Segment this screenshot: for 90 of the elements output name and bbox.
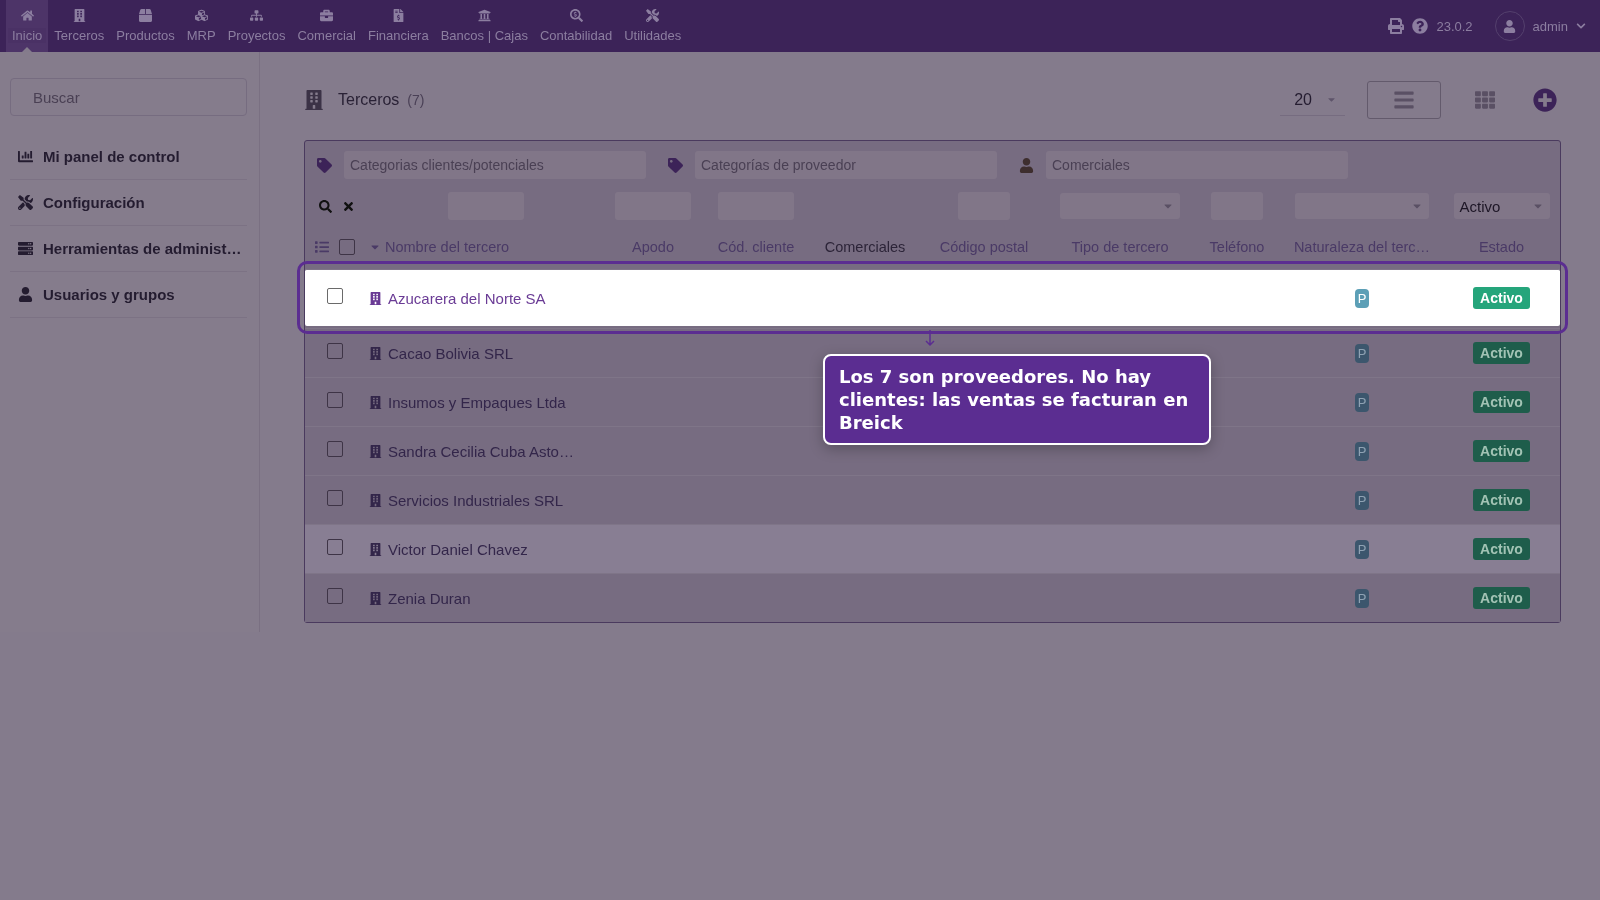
building-icon [369,542,382,556]
building-icon [369,591,382,605]
briefcase-icon [320,9,334,22]
status-badge: Activo [1473,391,1530,413]
user-name[interactable]: admin [1532,18,1568,34]
person-icon [1019,157,1034,173]
building-icon [369,291,382,305]
row-checkbox[interactable] [327,288,343,304]
thirdparty-link[interactable]: Azucarera del Norte SA [369,289,603,307]
nature-badge: P [1354,441,1370,461]
bank-icon [477,9,491,22]
thirdparty-link[interactable]: Insumos y Empaques Ltda [369,393,603,411]
nature-badge: P [1354,539,1370,559]
row-checkbox[interactable] [327,343,343,359]
building-icon [369,395,382,409]
menu-tab[interactable]: Utilidades [618,0,688,52]
tooltip: Los 7 son proveedores. No hay clientes: las ventas se facturan en Breick [823,354,1211,445]
hierarchy-icon [250,9,264,22]
building-icon [72,9,86,22]
thirdparty-link[interactable]: Cacao Bolivia SRL [369,344,603,362]
status-badge: Activo [1473,538,1530,560]
tag-icon [317,157,332,173]
close-icon[interactable] [342,199,355,213]
row-checkbox[interactable] [327,588,343,604]
nature-badge: P [1354,343,1370,363]
status-badge: Activo [1473,440,1530,462]
server-icon [18,241,33,256]
version-label: 23.0.2 [1436,18,1473,34]
plus-icon [1533,88,1557,112]
list-view-button[interactable] [1367,81,1441,119]
sidebar-item[interactable]: Mi panel de control [10,134,247,180]
tools-icon [18,195,33,210]
search-input[interactable]: Buscar [31,87,234,107]
document-icon [391,9,405,22]
search-icon[interactable] [319,199,332,213]
menu-tab[interactable]: Productos [110,0,181,52]
row-checkbox[interactable] [327,539,343,555]
menu-tab[interactable]: Terceros [48,0,111,52]
sidebar-item[interactable]: Herramientas de administ… [10,226,247,272]
row-checkbox[interactable] [327,441,343,457]
sidebar-item[interactable]: Usuarios y grupos [10,272,247,318]
status-badge: Activo [1473,489,1530,511]
column-header: Comerciales [823,239,907,255]
building-icon [304,90,324,110]
status-badge: Activo [1473,587,1530,609]
search-box[interactable]: Buscar [10,78,247,116]
page-title: Terceros [338,91,400,109]
box-icon [139,9,152,22]
thirdparty-link[interactable]: Victor Daniel Chavez [369,540,603,558]
sidebar-item[interactable]: Configuración [10,180,247,226]
menu-tab[interactable]: Contabilidad [533,0,619,52]
select-all-checkbox[interactable] [339,239,355,255]
menu-tab[interactable]: Financiera [362,0,435,52]
magnifier-icon [569,9,583,22]
row-checkbox[interactable] [327,490,343,506]
row-checkbox[interactable] [327,392,343,408]
nature-badge: P [1354,490,1370,510]
list-icon[interactable] [315,240,329,254]
status-badge: Activo [1473,287,1530,309]
building-icon [369,493,382,507]
thirdparty-link[interactable]: Sandra Cecilia Cuba Asto… [369,442,603,460]
building-icon [369,444,382,458]
chart-icon [18,149,33,164]
building-icon [369,346,382,360]
record-count: (7) [407,92,425,108]
tools-icon [646,9,660,22]
print-icon[interactable] [1388,18,1405,34]
page-size-dropdown[interactable]: 20 [1280,84,1345,116]
menu-tab[interactable]: MRP [180,0,222,52]
nature-badge: P [1354,392,1370,412]
menu-tab[interactable]: Inicio [6,0,49,52]
nature-badge: P [1354,588,1370,608]
pointer-arrow [925,329,935,347]
thirdparty-link[interactable]: Servicios Industriales SRL [369,491,603,509]
status-badge: Activo [1473,342,1530,364]
person-icon [1503,19,1517,33]
chevron-icon[interactable] [1576,21,1586,31]
menu-tab[interactable]: Comercial [291,0,362,52]
person-icon [18,287,33,302]
tag-icon [668,157,683,173]
help-icon[interactable] [1412,18,1429,34]
grid-icon [1475,90,1495,110]
cubes-icon [194,9,208,22]
menu-tab[interactable]: Proyectos [221,0,292,52]
status-filter-dropdown[interactable]: Activo [1453,193,1550,219]
nature-badge: P [1354,288,1370,308]
menu-tab[interactable]: Bancos | Cajas [434,0,534,52]
thirdparty-link[interactable]: Zenia Duran [369,589,603,607]
menu-icon [1393,89,1415,111]
house-icon [20,9,34,22]
